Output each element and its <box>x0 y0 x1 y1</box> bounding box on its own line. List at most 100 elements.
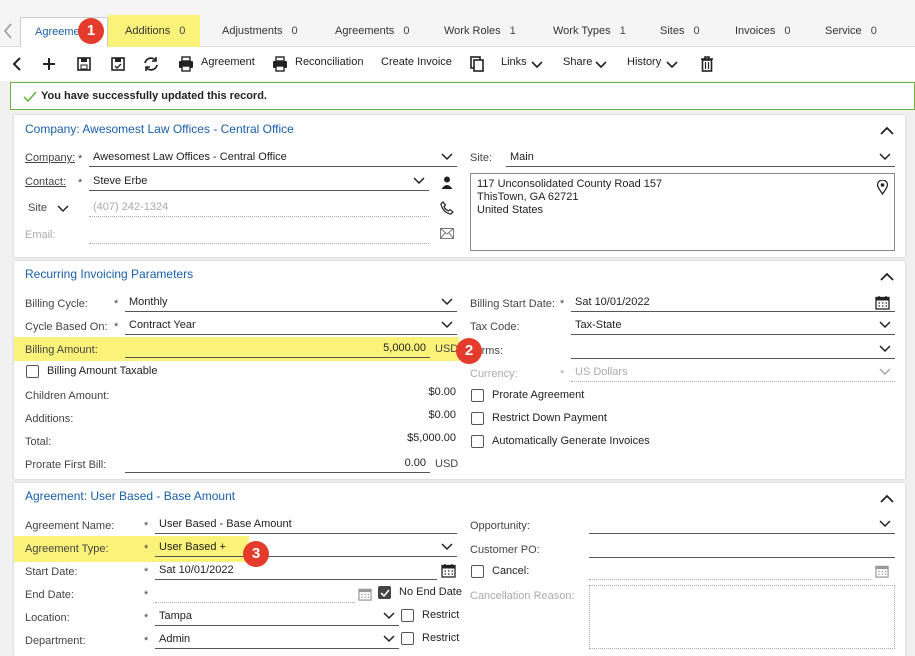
cancel-date-input[interactable] <box>589 562 871 580</box>
company-select[interactable]: Awesomest Law Offices - Central Office <box>89 149 457 167</box>
tab-label: Service <box>825 25 862 37</box>
panel-title: Recurring Invoicing Parameters <box>25 267 194 281</box>
billing-cycle-select[interactable]: Monthly <box>125 294 457 312</box>
tab-service[interactable]: Service 0 <box>825 17 877 47</box>
required-marker: * <box>144 566 149 578</box>
success-message: You have successfully updated this recor… <box>41 90 267 102</box>
tab-count: 0 <box>693 25 700 37</box>
tax-code-select[interactable]: Tax-State <box>571 317 895 335</box>
company-label[interactable]: Company: <box>25 152 75 164</box>
chevron-down-icon <box>531 61 543 69</box>
site-select[interactable]: Main <box>506 149 895 167</box>
billing-start-label: Billing Start Date: <box>470 298 555 310</box>
agreement-report-button[interactable]: Agreement <box>201 56 255 68</box>
chevron-up-icon[interactable] <box>880 494 894 503</box>
tab-work-types[interactable]: Work Types 1 <box>553 17 626 47</box>
billing-cycle-value: Monthly <box>129 296 168 308</box>
tab-additions[interactable]: Additions 0 <box>108 15 200 48</box>
total-label: Total: <box>25 436 52 448</box>
cycle-based-select[interactable]: Contract Year <box>125 317 457 335</box>
print-icon[interactable] <box>177 55 195 73</box>
additions-label: Additions: <box>25 413 74 425</box>
required-marker: * <box>144 543 149 555</box>
share-menu[interactable]: Share <box>563 56 592 68</box>
calendar-icon[interactable] <box>441 563 456 578</box>
cancellation-reason-textarea[interactable] <box>589 585 895 649</box>
department-select[interactable]: Admin <box>155 631 399 649</box>
reconciliation-button[interactable]: Reconciliation <box>295 56 363 68</box>
calendar-icon[interactable] <box>358 587 372 601</box>
billing-start-date[interactable]: Sat 10/01/2022 <box>571 294 895 312</box>
no-end-date-checkbox[interactable] <box>378 586 391 599</box>
opportunity-select[interactable] <box>589 516 895 534</box>
calendar-icon[interactable] <box>875 295 890 310</box>
tab-label: Agreements <box>335 25 395 37</box>
map-pin-icon[interactable] <box>877 180 888 195</box>
refresh-icon[interactable] <box>142 55 160 73</box>
person-icon[interactable] <box>441 176 453 189</box>
prorate-first-label: Prorate First Bill: <box>25 459 107 471</box>
total-value: $5,000.00 <box>407 432 456 444</box>
restrict-department-checkbox[interactable] <box>401 632 414 645</box>
save-close-icon[interactable] <box>109 55 127 73</box>
billing-start-value: Sat 10/01/2022 <box>575 296 650 308</box>
required-marker: * <box>560 368 565 380</box>
back-icon[interactable] <box>8 55 26 73</box>
currency-label: Currency: <box>470 368 518 380</box>
start-date-input[interactable]: Sat 10/01/2022 <box>155 562 437 580</box>
history-menu[interactable]: History <box>627 56 661 68</box>
required-marker: * <box>78 153 83 165</box>
billing-taxable-checkbox[interactable] <box>26 365 39 378</box>
customer-po-input[interactable] <box>589 540 895 558</box>
email-icon[interactable] <box>440 228 454 239</box>
chevron-down-icon <box>383 612 395 620</box>
agreement-name-input[interactable]: User Based - Base Amount <box>155 516 457 534</box>
tab-sites[interactable]: Sites 0 <box>660 17 700 47</box>
agreement-name-value: User Based - Base Amount <box>159 518 292 530</box>
tab-count: 0 <box>291 25 298 37</box>
billing-amount-input[interactable]: 5,000.00 <box>125 340 430 358</box>
contact-label[interactable]: Contact: <box>25 176 66 188</box>
cancel-checkbox[interactable] <box>471 565 484 578</box>
location-select[interactable]: Tampa <box>155 608 399 626</box>
opportunity-label: Opportunity: <box>470 520 530 532</box>
chevron-down-icon <box>595 61 607 69</box>
panel-title: Agreement: User Based - Base Amount <box>25 489 236 503</box>
site-label: Site: <box>470 152 493 164</box>
chevron-up-icon[interactable] <box>880 126 894 135</box>
required-marker: * <box>144 520 149 532</box>
tab-agreements[interactable]: Agreements 0 <box>335 17 409 47</box>
phone-field[interactable]: (407) 242-1324 <box>89 199 429 217</box>
restrict-down-checkbox[interactable] <box>471 412 484 425</box>
agreement-type-select[interactable]: User Based + <box>155 539 457 557</box>
invoicing-panel: Recurring Invoicing Parameters Billing C… <box>14 261 905 479</box>
prorate-first-value: 0.00 <box>404 457 426 469</box>
save-icon[interactable] <box>75 55 93 73</box>
prorate-first-input[interactable]: 0.00 <box>125 455 430 473</box>
tab-invoices[interactable]: Invoices 0 <box>735 17 790 47</box>
links-menu[interactable]: Links <box>501 56 527 68</box>
department-value: Admin <box>159 633 191 645</box>
tab-scroll-left-icon[interactable] <box>3 23 13 39</box>
phone-icon[interactable] <box>440 201 454 215</box>
tab-adjustments[interactable]: Adjustments 0 <box>222 17 298 47</box>
trash-icon[interactable] <box>698 55 716 73</box>
chevron-up-icon[interactable] <box>880 272 894 281</box>
phone-type-select[interactable]: Site <box>28 202 47 214</box>
calendar-icon[interactable] <box>875 564 889 578</box>
copy-icon[interactable] <box>468 55 486 73</box>
prorate-agreement-checkbox[interactable] <box>471 389 484 402</box>
end-date-input[interactable] <box>155 585 355 603</box>
tab-label: Work Roles <box>444 25 501 37</box>
restrict-location-checkbox[interactable] <box>401 609 414 622</box>
print-icon[interactable] <box>271 55 289 73</box>
auto-generate-checkbox[interactable] <box>471 435 484 448</box>
add-icon[interactable] <box>40 55 58 73</box>
email-field[interactable] <box>89 226 429 244</box>
create-invoice-button[interactable]: Create Invoice <box>381 56 452 68</box>
contact-select[interactable]: Steve Erbe <box>89 173 429 191</box>
cycle-based-label: Cycle Based On: <box>25 321 108 333</box>
tab-work-roles[interactable]: Work Roles 1 <box>444 17 516 47</box>
terms-select[interactable] <box>571 341 895 359</box>
contact-value: Steve Erbe <box>93 175 148 187</box>
